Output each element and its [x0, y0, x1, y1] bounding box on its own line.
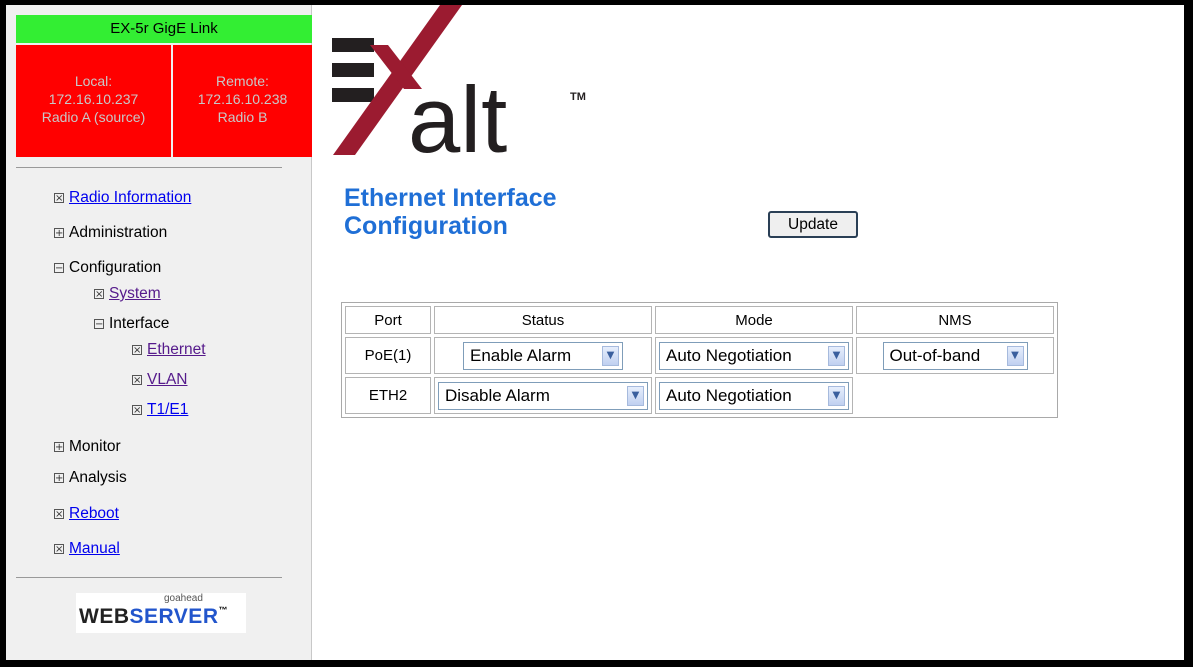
logo-bar	[332, 63, 374, 77]
goahead-text: goahead	[164, 593, 203, 604]
nav-item-t1e1[interactable]: × T1/E1	[132, 401, 188, 419]
monitor-label[interactable]: Monitor	[69, 438, 121, 455]
nav-item-analysis[interactable]: + Analysis	[54, 469, 127, 487]
nav-item-monitor[interactable]: + Monitor	[54, 438, 121, 456]
ethernet-link[interactable]: Ethernet	[147, 341, 206, 358]
plus-box-icon[interactable]: +	[54, 228, 64, 239]
nms-select[interactable]: Out-of-band ▼	[882, 341, 1028, 370]
nav-item-radio-information[interactable]: × Radio Information	[54, 189, 191, 207]
analysis-label[interactable]: Analysis	[69, 469, 127, 486]
leaf-box-icon: ×	[132, 345, 142, 356]
nav-item-manual[interactable]: × Manual	[54, 540, 120, 558]
chevron-down-icon[interactable]: ▼	[602, 345, 619, 366]
system-link[interactable]: System	[109, 285, 161, 302]
leaf-box-icon: ×	[132, 405, 142, 416]
leaf-box-icon: ×	[132, 375, 142, 386]
goahead-webserver-logo: goahead WEBSERVER™	[76, 593, 246, 633]
chevron-down-icon[interactable]: ▼	[828, 385, 845, 406]
remote-ip: 172.16.10.238	[197, 91, 288, 107]
reboot-link[interactable]: Reboot	[69, 505, 119, 522]
nav-item-interface[interactable]: − Interface	[94, 315, 169, 333]
nav-item-configuration[interactable]: − Configuration	[54, 259, 161, 277]
page-title: Ethernet Interface Configuration	[344, 184, 557, 240]
table-row: PoE(1) Enable Alarm ▼ Auto Negotiation ▼ O…	[345, 337, 1054, 374]
plus-box-icon[interactable]: +	[54, 473, 64, 484]
nav-item-ethernet[interactable]: × Ethernet	[132, 341, 206, 359]
header-mode: Mode	[655, 306, 853, 334]
mode-select[interactable]: Auto Negotiation ▼	[659, 381, 849, 410]
manual-link[interactable]: Manual	[69, 540, 120, 557]
local-ip: 172.16.10.237	[48, 91, 139, 107]
nav-item-administration[interactable]: + Administration	[54, 224, 167, 242]
update-button[interactable]: Update	[768, 211, 858, 238]
minus-box-icon[interactable]: −	[54, 263, 64, 274]
plus-box-icon[interactable]: +	[54, 442, 64, 453]
vlan-link[interactable]: VLAN	[147, 371, 188, 388]
status-select[interactable]: Enable Alarm ▼	[463, 341, 623, 370]
leaf-box-icon: ×	[54, 193, 64, 204]
status-cell: Disable Alarm ▼	[434, 377, 652, 414]
local-radio: Radio A (source)	[41, 109, 146, 125]
leaf-box-icon: ×	[94, 289, 104, 300]
remote-radio-panel: Remote: 172.16.10.238 Radio B	[173, 45, 312, 157]
logo-tm: TM	[570, 91, 586, 103]
logo-bar	[332, 88, 374, 102]
mode-cell: Auto Negotiation ▼	[655, 337, 853, 374]
status-select[interactable]: Disable Alarm ▼	[438, 381, 648, 410]
sidebar: EX-5r GigE Link Local: 172.16.10.237 Rad…	[6, 5, 312, 660]
chevron-down-icon[interactable]: ▼	[828, 345, 845, 366]
local-radio-panel: Local: 172.16.10.237 Radio A (source)	[16, 45, 171, 157]
nav-item-reboot[interactable]: × Reboot	[54, 505, 119, 523]
interface-label[interactable]: Interface	[109, 315, 169, 332]
leaf-box-icon: ×	[54, 509, 64, 520]
nav-item-system[interactable]: × System	[94, 285, 161, 303]
port-cell: PoE(1)	[345, 337, 431, 374]
radio-information-link[interactable]: Radio Information	[69, 189, 191, 206]
chevron-down-icon[interactable]: ▼	[1006, 345, 1024, 366]
logo-text: alt	[408, 67, 507, 165]
link-title: EX-5r GigE Link	[16, 15, 312, 43]
t1e1-link[interactable]: T1/E1	[147, 401, 188, 418]
header-nms: NMS	[856, 306, 1054, 334]
sidebar-divider-top	[16, 167, 282, 168]
mode-cell: Auto Negotiation ▼	[655, 377, 853, 414]
configuration-label[interactable]: Configuration	[69, 259, 161, 276]
nms-cell: Out-of-band ▼	[856, 337, 1054, 374]
chevron-down-icon[interactable]: ▼	[627, 385, 644, 406]
table-header-row: Port Status Mode NMS	[345, 306, 1054, 334]
minus-box-icon[interactable]: −	[94, 319, 104, 330]
sidebar-divider-bottom	[16, 577, 282, 578]
header-status: Status	[434, 306, 652, 334]
status-cell: Enable Alarm ▼	[434, 337, 652, 374]
administration-label[interactable]: Administration	[69, 224, 167, 241]
remote-label: Remote:	[216, 73, 269, 89]
ethernet-config-table: Port Status Mode NMS PoE(1) Enable Alarm…	[341, 302, 1058, 418]
local-label: Local:	[74, 73, 113, 89]
header-port: Port	[345, 306, 431, 334]
nav-item-vlan[interactable]: × VLAN	[132, 371, 188, 389]
table-row: ETH2 Disable Alarm ▼ Auto Negotiation ▼	[345, 377, 1054, 414]
empty-cell	[856, 377, 1054, 414]
remote-radio: Radio B	[217, 109, 268, 125]
port-cell: ETH2	[345, 377, 431, 414]
exalt-logo: alt TM	[332, 5, 586, 165]
webserver-text: WEBSERVER™	[79, 605, 228, 628]
leaf-box-icon: ×	[54, 544, 64, 555]
mode-select[interactable]: Auto Negotiation ▼	[659, 341, 849, 370]
logo-bar	[332, 38, 374, 52]
